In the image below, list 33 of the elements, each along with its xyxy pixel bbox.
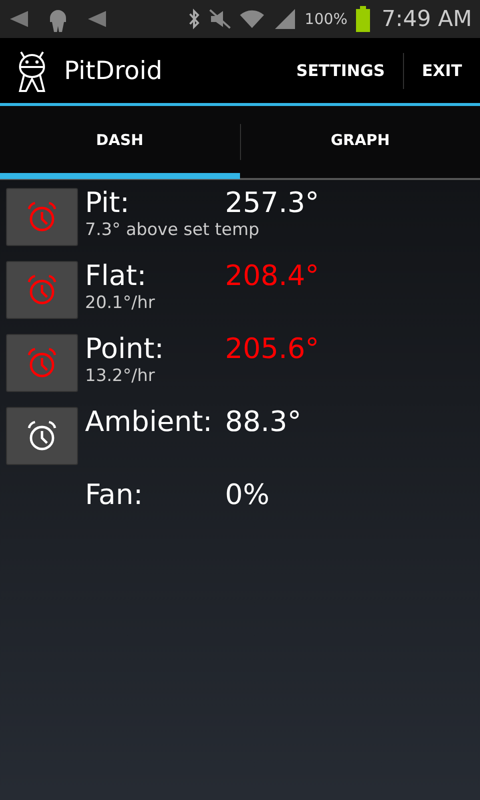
mute-icon <box>208 9 231 29</box>
app-title: PitDroid <box>64 54 162 87</box>
alarm-button[interactable] <box>6 407 78 465</box>
reading-detail: 13.2°/hr <box>85 364 156 387</box>
alarm-clock-icon <box>25 200 59 234</box>
app-logo-icon <box>16 48 48 92</box>
reading-detail: 7.3° above set temp <box>85 218 260 241</box>
media-icon <box>8 9 30 29</box>
exit-button[interactable]: EXIT <box>404 38 480 103</box>
clock: 7:49 AM <box>382 6 472 34</box>
reading-label: Flat: <box>85 261 148 292</box>
battery-icon <box>356 6 370 32</box>
reading-value: 208.4° <box>225 261 320 292</box>
reading-value: 0% <box>225 480 270 511</box>
reading-label: Point: <box>85 334 165 365</box>
reading-label: Pit: <box>85 188 130 219</box>
media-icon <box>86 9 108 29</box>
wifi-icon <box>238 9 265 29</box>
battery-percentage: 100% <box>304 8 348 30</box>
reading-value: 205.6° <box>225 334 320 365</box>
alarm-clock-icon <box>25 273 59 307</box>
alarm-clock-icon <box>25 419 59 453</box>
reading-value: 257.3° <box>225 188 320 219</box>
bluetooth-icon <box>186 8 201 30</box>
tab[interactable]: DASH <box>0 107 240 179</box>
tab[interactable]: GRAPH <box>240 107 480 179</box>
reading-value: 88.3° <box>225 407 302 438</box>
alarm-clock-icon <box>25 346 59 380</box>
reading-label: Ambient: <box>85 407 214 438</box>
settings-button[interactable]: SETTINGS <box>278 38 403 103</box>
reading-label: Fan: <box>85 480 144 511</box>
signal-icon <box>272 9 297 29</box>
reading-detail: 20.1°/hr <box>85 292 156 314</box>
